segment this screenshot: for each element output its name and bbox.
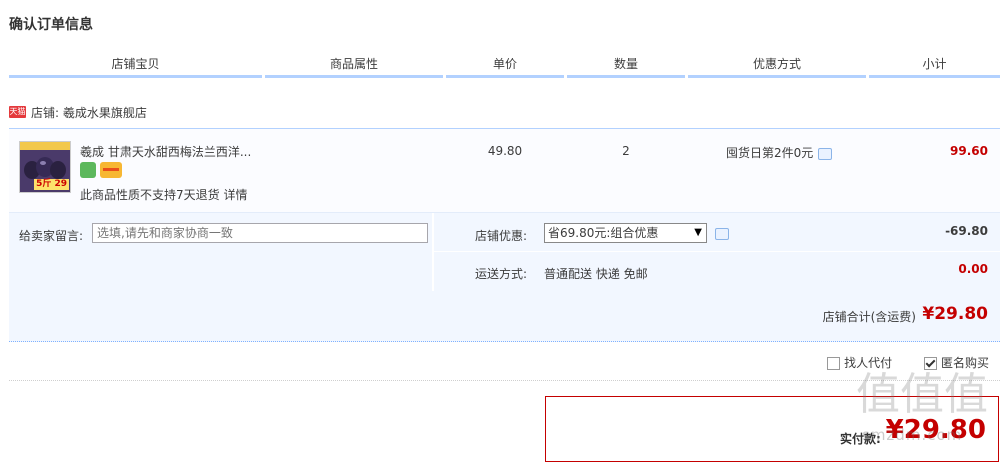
promo-text: 囤货日第2件0元 [726,146,814,160]
column-header-row: 店铺宝贝 商品属性 单价 数量 优惠方式 小计 [9,54,1000,78]
page-title: 确认订单信息 [9,17,93,33]
column-header-item: 店铺宝贝 [9,54,262,78]
payment-label: 实付款: [840,432,881,446]
column-header-quantity: 数量 [567,54,685,78]
quantity-value: 2 [622,144,630,158]
shop-discount-select[interactable]: 省69.80元:组合优惠 ▼ [544,223,707,243]
payment-summary: 实付款: ¥29.80 [545,396,999,462]
unit-price: 49.80 [487,144,523,158]
separator-line [9,380,1000,381]
anonymous-purchase-label: 匿名购买 [940,356,989,370]
column-header-unit-price: 单价 [446,54,564,78]
product-thumbnail[interactable]: 5斤 29 [19,141,71,193]
shop-total-row: 店铺合计(含运费) ¥29.80 [9,291,1000,342]
shop-discount-selected: 省69.80元:组合优惠 [548,226,659,240]
payment-amount: ¥29.80 [885,415,986,445]
tmall-icon: 天猫 [9,106,26,118]
item-title-link[interactable]: 羲成 甘肃天水甜西梅法兰西洋... [80,143,251,160]
guarantee-icon[interactable] [80,162,96,178]
shipping-amount: 0.00 [958,262,988,276]
shop-discount-label: 店铺优惠: [475,229,528,243]
chat-bubble-icon[interactable] [818,147,833,160]
seller-message-input[interactable] [92,223,428,243]
anonymous-purchase-checkbox[interactable] [923,357,937,370]
shop-discount-amount: -69.80 [945,224,988,238]
options-divider [432,213,434,291]
options-row-divider [434,251,1000,252]
shop-total-amount: ¥29.80 [922,304,988,324]
thumb-price-tag: 5斤 29 [34,179,69,190]
shipping-method: 普通配送 快递 免邮 [544,267,648,281]
shipping-label: 运送方式: [475,267,528,281]
item-subtotal: 99.60 [950,144,988,158]
column-header-attributes: 商品属性 [265,54,443,78]
column-header-subtotal: 小计 [869,54,1000,78]
dropdown-arrow-icon: ▼ [694,227,702,238]
order-checkboxes: 找人代付 匿名购买 [799,354,989,370]
proxy-pay-option[interactable]: 找人代付 [827,354,892,371]
credit-card-icon[interactable] [100,162,122,178]
order-options: 给卖家留言: 店铺优惠: 省69.80元:组合优惠 ▼ -69.80 运送方式:… [9,212,1000,291]
shop-total-label: 店铺合计(含运费) [822,310,916,324]
proxy-pay-label: 找人代付 [844,356,893,370]
seller-message-label: 给卖家留言: [19,229,84,243]
chat-bubble-icon[interactable] [715,228,729,240]
plum-image-icon [24,157,66,179]
shop-name-link[interactable]: 店铺: 羲成水果旗舰店 [31,104,147,122]
anonymous-purchase-option[interactable]: 匿名购买 [923,354,989,371]
order-item-row: 5斤 29 羲成 甘肃天水甜西梅法兰西洋... 此商品性质不支持7天退货 详情 … [9,128,1000,213]
return-policy-note: 此商品性质不支持7天退货 详情 [80,188,248,202]
column-header-discount: 优惠方式 [688,54,866,78]
proxy-pay-checkbox[interactable] [827,357,841,370]
promo-method: 囤货日第2件0元 [726,144,833,161]
thumb-banner [20,142,70,150]
